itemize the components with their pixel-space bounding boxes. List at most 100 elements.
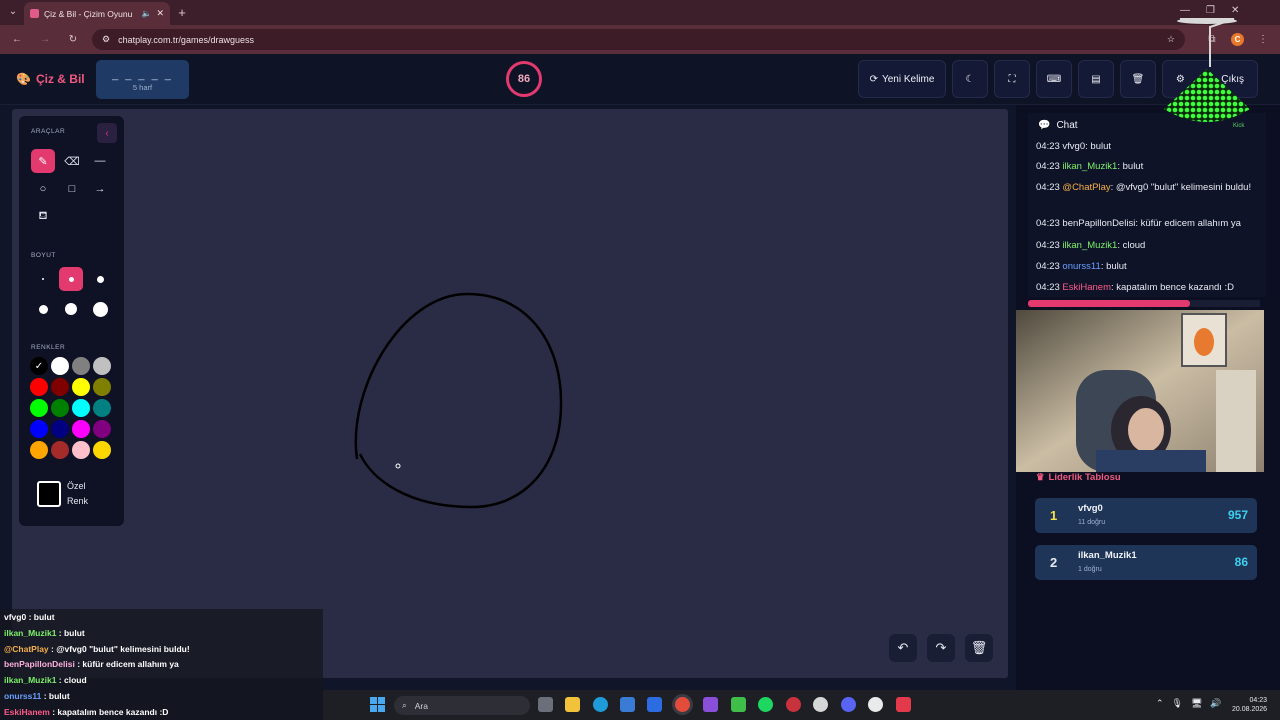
size-2-button[interactable] [59, 267, 83, 291]
obs-icon[interactable] [813, 697, 828, 712]
chat-message-user[interactable]: vfvg0 [1062, 141, 1085, 152]
chrome-icon[interactable] [675, 697, 690, 712]
fullscreen-button[interactable]: ⛶ [994, 60, 1030, 98]
app-logo[interactable]: 🎨 Çiz & Bil [16, 72, 85, 86]
arrow-tool[interactable]: → [88, 177, 112, 201]
size-4-button[interactable] [31, 297, 55, 321]
task-view-icon[interactable] [538, 697, 553, 712]
app-icon-red[interactable] [786, 697, 801, 712]
tab-audio-icon[interactable]: 🔈 [141, 9, 151, 18]
store-icon[interactable] [620, 697, 635, 712]
crown-icon: ♛ [1036, 472, 1045, 483]
drawing-layer [354, 292, 563, 509]
color-swatch[interactable] [30, 420, 48, 438]
volume-icon[interactable]: 🔊 [1210, 698, 1221, 709]
browser-tab[interactable]: Çiz & Bil - Çizim Oyunu 🔈 ✕ [24, 2, 170, 25]
new-tab-button[interactable]: + [173, 5, 191, 20]
color-swatch[interactable] [93, 441, 111, 459]
color-swatch[interactable] [72, 420, 90, 438]
edge-icon[interactable] [593, 697, 608, 712]
dark-mode-button[interactable]: ☾ [952, 60, 988, 98]
chat-message-user[interactable]: EskiHanem [1062, 282, 1111, 293]
size-1-button[interactable] [31, 267, 55, 291]
color-swatch[interactable] [93, 420, 111, 438]
archive-button[interactable]: ▤ [1078, 60, 1114, 98]
custom-color-label-line2: Renk [67, 496, 89, 506]
color-swatch[interactable] [93, 378, 111, 396]
clear-canvas-button[interactable]: 🗑 [965, 634, 993, 662]
chevron-up-icon[interactable]: ⌃ [1156, 698, 1164, 709]
color-swatch[interactable] [51, 378, 69, 396]
maximize-icon[interactable]: ❐ [1206, 5, 1215, 16]
fill-bucket-tool[interactable]: ⛾ [31, 205, 55, 229]
word-mask: _ _ _ _ _ [112, 69, 173, 81]
chat-message-user[interactable]: onurss11 [1062, 261, 1100, 272]
clear-button[interactable]: 🗑 [1120, 60, 1156, 98]
color-swatch[interactable] [30, 378, 48, 396]
overlay-chat-user: EskiHanem [4, 706, 50, 717]
overlay-chat-text: : küfür edicem allahım ya [74, 659, 179, 670]
discord-icon[interactable] [841, 697, 856, 712]
url-field[interactable]: ⚙ chatplay.com.tr/games/drawguess ☆ [92, 29, 1185, 50]
color-swatch[interactable] [93, 357, 111, 375]
keyboard-icon: ⌨ [1046, 73, 1062, 85]
pen-tool[interactable]: ✎ [31, 149, 55, 173]
leaderboard-correct-count: 1 doğru [1078, 566, 1102, 573]
color-swatch[interactable] [30, 399, 48, 417]
circle-tool[interactable]: ○ [31, 177, 55, 201]
color-swatch[interactable] [72, 357, 90, 375]
taskbar-clock[interactable]: 04:23 20.08.2026 [1232, 696, 1267, 714]
chat-message-time: 04:23 [1036, 282, 1063, 293]
color-swatch[interactable] [93, 399, 111, 417]
color-swatch[interactable] [72, 378, 90, 396]
line-tool[interactable]: — [88, 149, 112, 173]
mail-icon[interactable] [647, 697, 662, 712]
chat-message: 04:23 ilkan_Muzik1: bulut [1036, 159, 1256, 174]
collapse-panel-button[interactable]: ‹ [97, 123, 117, 143]
chat-message-user[interactable]: ilkan_Muzik1 [1062, 240, 1117, 251]
tab-close-icon[interactable]: ✕ [156, 8, 164, 19]
app-icon-green[interactable] [731, 697, 746, 712]
browser-menu-icon[interactable]: ⋮ [1254, 34, 1272, 45]
eraser-tool[interactable]: ⌫ [60, 149, 84, 173]
color-swatch[interactable] [51, 420, 69, 438]
close-window-icon[interactable]: ✕ [1231, 5, 1239, 16]
app-icon-chat[interactable] [896, 697, 911, 712]
leaderboard-name: ilkan_Muzik1 [1078, 550, 1137, 561]
chat-message-user[interactable]: ilkan_Muzik1 [1062, 161, 1117, 172]
color-swatch[interactable] [72, 399, 90, 417]
app-icon-white[interactable] [868, 697, 883, 712]
chat-message-user[interactable]: benPapillonDelisi [1062, 218, 1135, 229]
custom-color-button[interactable] [37, 481, 61, 507]
color-swatch[interactable] [51, 441, 69, 459]
minimize-icon[interactable]: — [1180, 5, 1190, 16]
color-swatch[interactable] [51, 357, 69, 375]
drawing-canvas[interactable] [12, 109, 1008, 678]
spotify-icon[interactable] [758, 697, 773, 712]
color-swatch[interactable] [51, 399, 69, 417]
size-6-button[interactable] [88, 297, 112, 321]
forward-icon[interactable]: → [36, 34, 54, 45]
site-info-icon[interactable]: ⚙ [102, 34, 110, 45]
back-icon[interactable]: ← [8, 34, 26, 45]
color-swatch[interactable] [72, 441, 90, 459]
chat-message-user[interactable]: @ChatPlay [1062, 182, 1110, 193]
app-icon-purple[interactable] [703, 697, 718, 712]
size-3-button[interactable] [88, 267, 112, 291]
redo-button[interactable]: ↷ [927, 634, 955, 662]
rectangle-tool[interactable]: □ [60, 177, 84, 201]
search-icon: ⌕ [402, 700, 407, 710]
start-button[interactable] [370, 697, 385, 712]
size-5-button[interactable] [59, 297, 83, 321]
reload-icon[interactable]: ↻ [64, 34, 82, 45]
network-icon[interactable]: 🖥 [1191, 698, 1202, 709]
taskbar-search[interactable]: ⌕ Ara [394, 696, 530, 715]
microphone-icon[interactable]: 🎙 [1172, 698, 1183, 709]
undo-button[interactable]: ↶ [889, 634, 917, 662]
file-explorer-icon[interactable] [565, 697, 580, 712]
color-swatch[interactable]: ✓ [30, 357, 48, 375]
new-word-button[interactable]: ⟳ Yeni Kelime [858, 60, 946, 98]
tab-search-icon[interactable]: ⌄ [4, 6, 22, 17]
keyboard-button[interactable]: ⌨ [1036, 60, 1072, 98]
color-swatch[interactable] [30, 441, 48, 459]
